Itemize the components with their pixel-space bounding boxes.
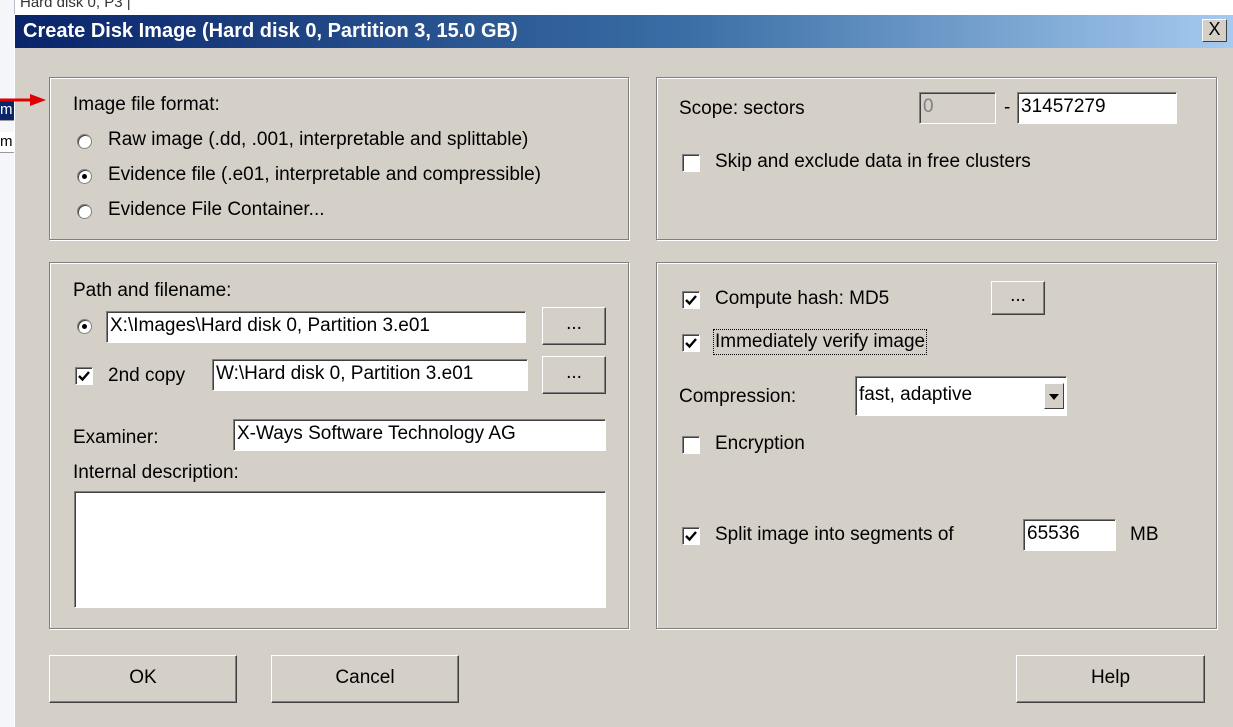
scope-label: Scope: sectors	[679, 98, 805, 119]
scope-group: Scope: sectors 0 - 31457279 Skip and exc…	[656, 77, 1217, 240]
split-image-checkbox[interactable]	[682, 527, 700, 545]
compression-select[interactable]: fast, adaptive	[855, 376, 1067, 416]
compute-hash-checkbox[interactable]	[682, 291, 700, 309]
red-arrow-icon	[0, 94, 46, 106]
dialog-title: Create Disk Image (Hard disk 0, Partitio…	[23, 20, 518, 42]
checkmark-icon	[685, 295, 697, 306]
verify-image-label[interactable]: Immediately verify image	[712, 329, 928, 355]
radio-evidence-container[interactable]	[77, 204, 92, 219]
compression-value: fast, adaptive	[859, 384, 973, 405]
scope-dash: -	[1004, 97, 1011, 118]
browse-second-copy-button[interactable]: ...	[542, 356, 606, 394]
close-button[interactable]: X	[1202, 19, 1227, 42]
radio-evidence-file-label[interactable]: Evidence file (.e01, interpretable and c…	[108, 164, 541, 186]
path-group: Path and filename: X:\Images\Hard disk 0…	[49, 262, 629, 629]
compression-label: Compression:	[679, 386, 797, 407]
radio-raw-image-label[interactable]: Raw image (.dd, .001, interpretable and …	[108, 129, 528, 151]
examiner-field[interactable]: X-Ways Software Technology AG	[233, 419, 606, 451]
skip-free-clusters-label[interactable]: Skip and exclude data in free clusters	[715, 151, 1031, 173]
split-size-field[interactable]: 65536	[1023, 519, 1116, 551]
cancel-button[interactable]: Cancel	[271, 655, 459, 703]
second-copy-label[interactable]: 2nd copy	[108, 365, 185, 387]
help-button[interactable]: Help	[1016, 655, 1205, 703]
checkmark-icon	[685, 531, 697, 542]
background-tab-label: Hard disk 0, P3 |	[20, 0, 131, 11]
create-disk-image-dialog: Create Disk Image (Hard disk 0, Partitio…	[14, 14, 1233, 727]
compute-hash-label[interactable]: Compute hash: MD5	[715, 288, 889, 310]
split-image-label[interactable]: Split image into segments of	[715, 524, 954, 546]
radio-evidence-file[interactable]	[77, 169, 92, 184]
background-tabbar: Hard disk 0, P3 |	[14, 0, 1233, 15]
hash-options-button[interactable]: ...	[991, 281, 1045, 315]
checkmark-icon	[685, 338, 697, 349]
checkmark-icon	[78, 371, 90, 382]
scope-from-field[interactable]: 0	[919, 92, 996, 124]
browse-primary-button[interactable]: ...	[542, 307, 606, 345]
image-format-group: Image file format: Raw image (.dd, .001,…	[49, 77, 629, 240]
image-format-heading: Image file format:	[73, 94, 220, 115]
second-copy-path-field[interactable]: W:\Hard disk 0, Partition 3.e01	[212, 359, 528, 391]
options-group: Compute hash: MD5 ... Immediately verify…	[656, 262, 1217, 629]
skip-free-clusters-checkbox[interactable]	[682, 154, 700, 172]
description-label: Internal description:	[73, 462, 239, 483]
chevron-down-icon[interactable]	[1044, 383, 1064, 409]
background-left-panel: m m	[0, 0, 15, 727]
split-unit-label: MB	[1130, 524, 1159, 545]
radio-primary-path[interactable]	[77, 319, 92, 334]
verify-image-checkbox[interactable]	[682, 334, 700, 352]
dialog-titlebar[interactable]: Create Disk Image (Hard disk 0, Partitio…	[15, 15, 1233, 48]
background-list-item: m	[0, 132, 14, 153]
ok-button[interactable]: OK	[49, 655, 237, 703]
examiner-label: Examiner:	[73, 427, 159, 448]
primary-path-field[interactable]: X:\Images\Hard disk 0, Partition 3.e01	[106, 311, 526, 343]
close-icon: X	[1208, 19, 1221, 39]
encryption-label[interactable]: Encryption	[715, 433, 805, 455]
description-textarea[interactable]	[74, 491, 606, 608]
scope-to-field[interactable]: 31457279	[1017, 92, 1177, 124]
radio-raw-image[interactable]	[77, 134, 92, 149]
radio-evidence-container-label[interactable]: Evidence File Container...	[108, 199, 325, 221]
path-heading: Path and filename:	[73, 280, 232, 301]
encryption-checkbox[interactable]	[682, 436, 700, 454]
second-copy-checkbox[interactable]	[75, 367, 93, 385]
